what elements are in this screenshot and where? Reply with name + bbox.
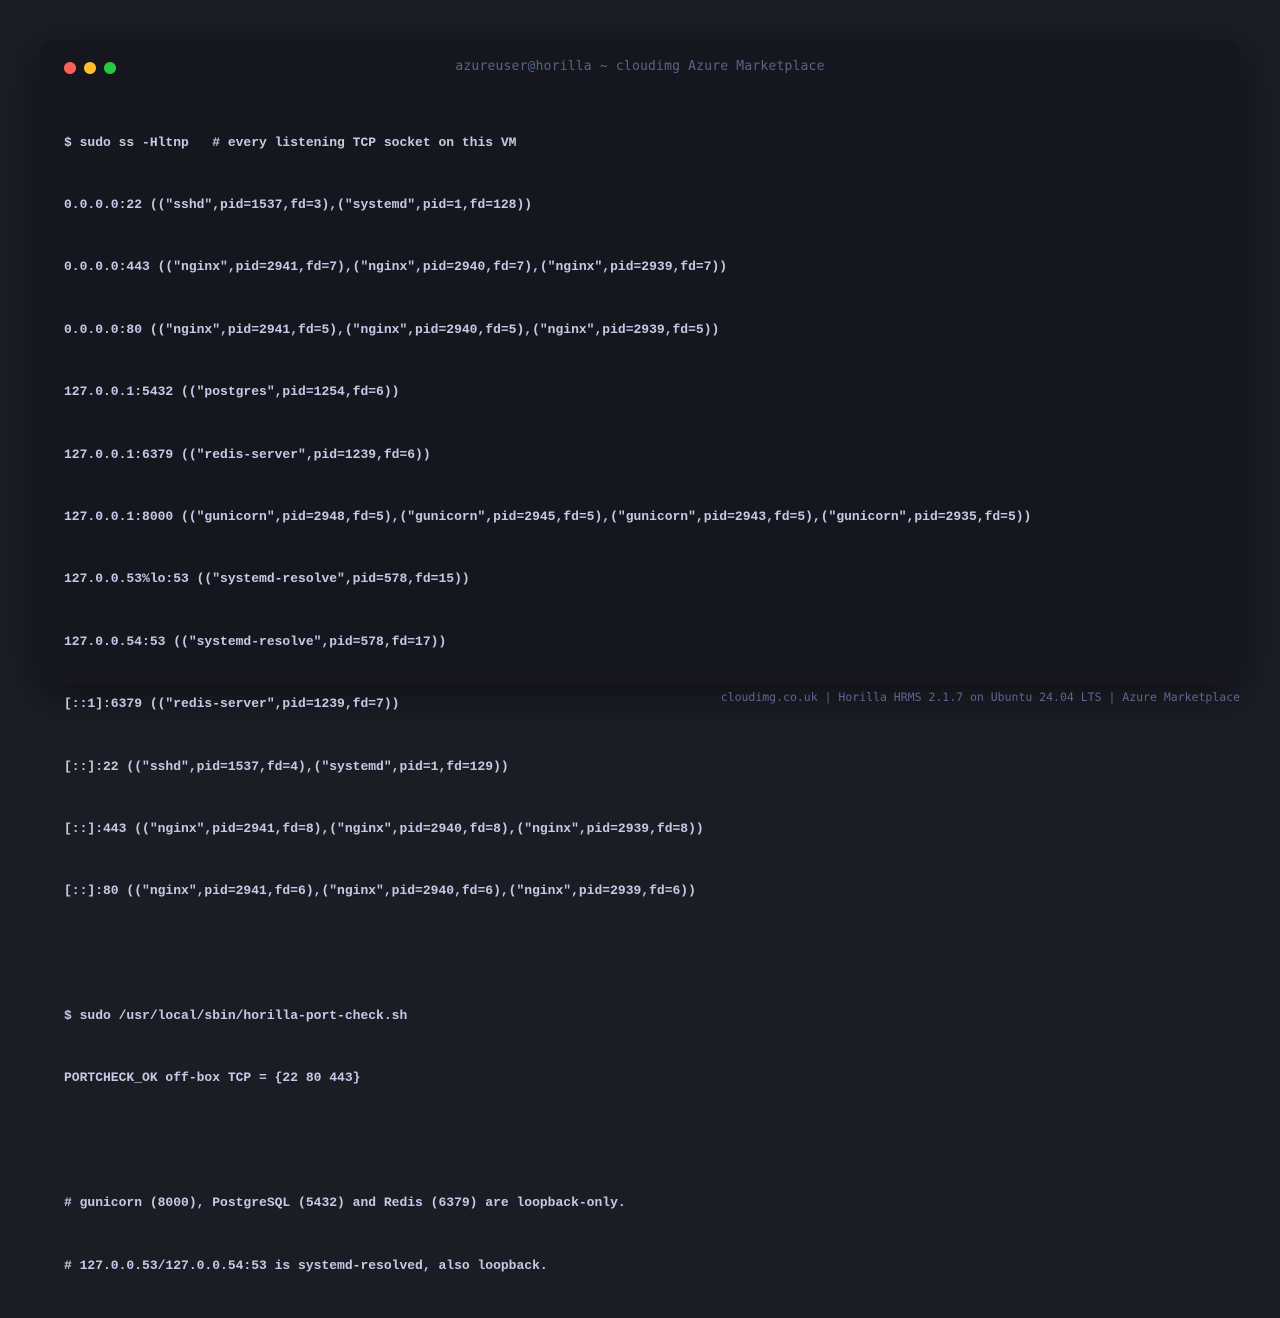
terminal-window: azureuser@horilla ~ cloudimg Azure Marke…: [40, 40, 1240, 1273]
socket-line: 0.0.0.0:443 (("nginx",pid=2941,fd=7),("n…: [64, 259, 728, 275]
comment-line: # 127.0.0.53/127.0.0.54:53 is systemd-re…: [64, 1257, 548, 1273]
command-line: $ sudo /usr/local/sbin/horilla-port-chec…: [64, 1008, 408, 1024]
command-line: $ sudo ss -Hltnp # every listening TCP s…: [64, 134, 517, 150]
socket-line: 127.0.0.53%lo:53 (("systemd-resolve",pid…: [64, 571, 470, 587]
window-titlebar: azureuser@horilla ~ cloudimg Azure Marke…: [40, 40, 1240, 96]
socket-line: [::]:80 (("nginx",pid=2941,fd=6),("nginx…: [64, 883, 696, 899]
socket-line: 127.0.0.1:5432 (("postgres",pid=1254,fd=…: [64, 384, 400, 400]
footer-caption: cloudimg.co.uk | Horilla HRMS 2.1.7 on U…: [720, 690, 1240, 704]
terminal-output[interactable]: $ sudo ss -Hltnp # every listening TCP s…: [64, 91, 1216, 1318]
socket-line: 127.0.0.1:6379 (("redis-server",pid=1239…: [64, 446, 431, 462]
portcheck-result: PORTCHECK_OK off-box TCP = {22 80 443}: [64, 1070, 361, 1086]
socket-line: [::]:443 (("nginx",pid=2941,fd=8),("ngin…: [64, 820, 704, 836]
socket-line: 0.0.0.0:22 (("sshd",pid=1537,fd=3),("sys…: [64, 196, 533, 212]
socket-line: 127.0.0.54:53 (("systemd-resolve",pid=57…: [64, 633, 447, 649]
window-title: azureuser@horilla ~ cloudimg Azure Marke…: [455, 59, 825, 74]
comment-line: # gunicorn (8000), PostgreSQL (5432) and…: [64, 1195, 626, 1211]
socket-line: 0.0.0.0:80 (("nginx",pid=2941,fd=5),("ng…: [64, 321, 720, 337]
socket-line: 127.0.0.1:8000 (("gunicorn",pid=2948,fd=…: [64, 508, 1032, 524]
